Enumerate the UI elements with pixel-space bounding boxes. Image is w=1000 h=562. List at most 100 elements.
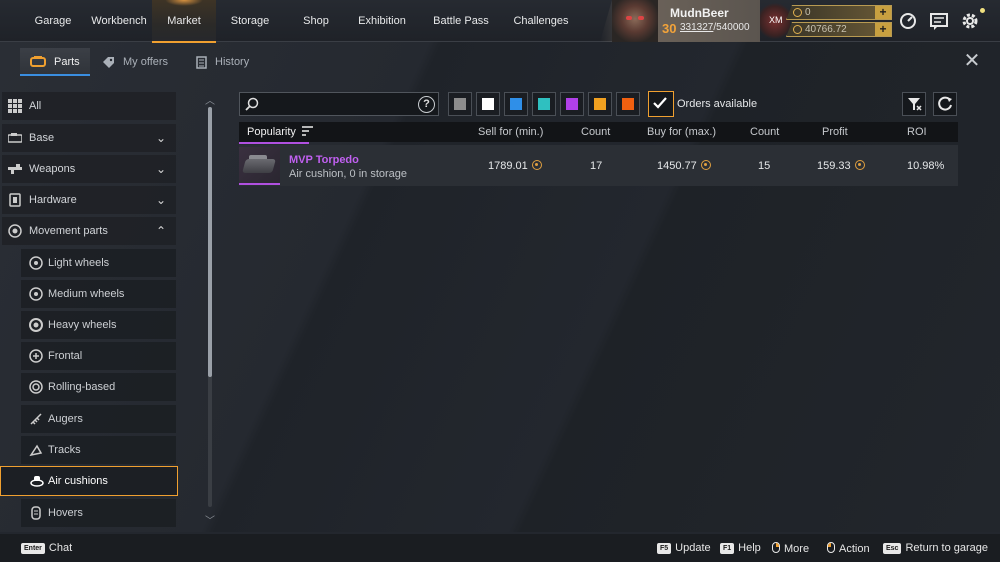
hover-icon bbox=[31, 506, 41, 520]
refresh-button[interactable] bbox=[933, 92, 957, 116]
sidebar-item-frontal[interactable]: Frontal bbox=[21, 342, 176, 370]
orders-available-label: Orders available bbox=[677, 98, 758, 110]
rarity-filter-epic[interactable] bbox=[560, 92, 584, 116]
close-icon[interactable]: ✕ bbox=[963, 51, 981, 71]
filter-clear-icon bbox=[908, 98, 922, 111]
wheel-icon bbox=[29, 256, 43, 270]
nav-tab-challenges[interactable]: Challenges bbox=[508, 0, 574, 42]
chevron-down-icon[interactable]: ⌄ bbox=[156, 124, 166, 152]
currency-premium: 0 + bbox=[786, 5, 892, 20]
gear-icon[interactable] bbox=[960, 11, 980, 31]
update-hint[interactable]: F5 Update bbox=[657, 542, 711, 554]
avatar[interactable] bbox=[612, 0, 658, 42]
chevron-down-icon[interactable]: ⌄ bbox=[156, 186, 166, 214]
news-icon[interactable] bbox=[929, 11, 949, 31]
sidebar-item-light-wheels[interactable]: Light wheels bbox=[21, 249, 176, 277]
sell-min-cell: 1789.01 bbox=[488, 160, 542, 172]
clear-filters-button[interactable] bbox=[902, 92, 926, 116]
subtab-my-offers[interactable]: My offers bbox=[102, 48, 168, 76]
column-header-roi[interactable]: ROI bbox=[907, 122, 927, 142]
sidebar-item-medium-wheels[interactable]: Medium wheels bbox=[21, 280, 176, 308]
sidebar-item-hardware[interactable]: Hardware ⌄ bbox=[2, 186, 176, 214]
experience-progress: 331327/540000 bbox=[680, 22, 750, 33]
subtab-parts[interactable]: Parts bbox=[20, 48, 90, 76]
sidebar-item-rolling-based[interactable]: Rolling-based bbox=[21, 373, 176, 401]
rarity-swatch bbox=[510, 98, 522, 110]
sidebar-item-label: Medium wheels bbox=[48, 288, 125, 300]
column-header-popularity[interactable]: Popularity bbox=[247, 122, 314, 142]
coin-icon bbox=[793, 25, 802, 34]
sidebar-item-weapons[interactable]: Weapons ⌄ bbox=[2, 155, 176, 183]
sidebar-item-heavy-wheels[interactable]: Heavy wheels bbox=[21, 311, 176, 339]
add-premium-currency-button[interactable]: + bbox=[875, 6, 891, 19]
nav-tab-storage[interactable]: Storage bbox=[222, 0, 278, 42]
sidebar-item-label: Base bbox=[29, 132, 55, 144]
rarity-filter-common[interactable] bbox=[448, 92, 472, 116]
column-header-buy-count[interactable]: Count bbox=[750, 122, 779, 142]
rarity-filter-relic[interactable] bbox=[616, 92, 640, 116]
add-coins-button[interactable]: + bbox=[875, 23, 891, 36]
sidebar-item-label: Heavy wheels bbox=[48, 319, 117, 331]
sidebar-item-movement-parts[interactable]: Movement parts ⌃ bbox=[2, 217, 176, 245]
search-help-icon[interactable]: ? bbox=[418, 96, 435, 113]
sidebar-item-tracks[interactable]: Tracks bbox=[21, 436, 176, 464]
rarity-filter-uncommon[interactable] bbox=[476, 92, 500, 116]
nav-tab-shop[interactable]: Shop bbox=[294, 0, 338, 42]
scroll-up-arrow-icon[interactable]: ︿ bbox=[203, 92, 217, 107]
table-row[interactable]: MVP Torpedo Air cushion, 0 in storage 17… bbox=[239, 145, 958, 186]
column-header-buy-max[interactable]: Buy for (max.) bbox=[647, 122, 716, 142]
column-header-profit[interactable]: Profit bbox=[822, 122, 848, 142]
action-hint[interactable]: Action bbox=[827, 542, 870, 555]
history-icon bbox=[196, 55, 207, 69]
rarity-swatch bbox=[454, 98, 466, 110]
more-hint[interactable]: More bbox=[772, 542, 809, 555]
sidebar-scrollbar-thumb[interactable] bbox=[208, 107, 212, 377]
sidebar-item-all[interactable]: All bbox=[2, 92, 176, 120]
chevron-down-icon[interactable]: ⌄ bbox=[156, 155, 166, 183]
scroll-down-arrow-icon[interactable]: ﹀ bbox=[203, 512, 217, 527]
nav-tab-market[interactable]: Market bbox=[152, 0, 216, 43]
sidebar-item-hovers[interactable]: Hovers bbox=[21, 499, 176, 527]
search-box[interactable]: ? bbox=[239, 92, 439, 116]
orders-available-checkbox[interactable] bbox=[648, 91, 674, 117]
return-to-garage-hint[interactable]: Esc Return to garage bbox=[883, 542, 988, 554]
tag-icon bbox=[103, 56, 114, 68]
player-level: 30 bbox=[662, 21, 677, 36]
rarity-filter-legendary[interactable] bbox=[588, 92, 612, 116]
sidebar-item-air-cushions[interactable]: Air cushions bbox=[0, 466, 178, 496]
buy-count-cell: 15 bbox=[758, 160, 771, 172]
mouse-right-icon bbox=[772, 542, 780, 553]
nav-tab-workbench[interactable]: Workbench bbox=[84, 0, 154, 42]
subtab-history[interactable]: History bbox=[196, 48, 249, 76]
mouse-left-icon bbox=[827, 542, 835, 553]
roi-cell: 10.98% bbox=[907, 160, 945, 172]
profit-value: 159.33 bbox=[817, 160, 851, 172]
nav-tab-garage[interactable]: Garage bbox=[24, 0, 82, 42]
item-name: MVP Torpedo bbox=[289, 154, 359, 166]
sidebar-item-label: Tracks bbox=[48, 444, 81, 456]
sort-icon bbox=[301, 126, 313, 136]
help-hint[interactable]: F1 Help bbox=[720, 542, 761, 554]
sort-indicator-underline bbox=[239, 142, 309, 144]
column-header-sell-count[interactable]: Count bbox=[581, 122, 610, 142]
rarity-filter-special[interactable] bbox=[532, 92, 556, 116]
sidebar-item-label: All bbox=[29, 100, 42, 112]
chat-hint[interactable]: Enter Chat bbox=[21, 542, 72, 554]
item-thumbnail bbox=[239, 147, 280, 185]
nav-tab-battle-pass[interactable]: Battle Pass bbox=[428, 0, 494, 42]
speedometer-icon[interactable] bbox=[898, 11, 918, 31]
clan-badge-icon[interactable]: XM bbox=[760, 2, 790, 40]
column-header-sell-min[interactable]: Sell for (min.) bbox=[478, 122, 543, 142]
sidebar-item-base[interactable]: Base ⌄ bbox=[2, 124, 176, 152]
coin-icon bbox=[793, 8, 802, 17]
sidebar-item-label: Frontal bbox=[48, 350, 83, 362]
auger-icon bbox=[30, 413, 42, 425]
rarity-filter-rare[interactable] bbox=[504, 92, 528, 116]
coin-icon bbox=[700, 160, 711, 170]
search-input[interactable] bbox=[262, 95, 412, 113]
top-navigation-bar: Garage Workbench Market Storage Shop Exh… bbox=[0, 0, 1000, 43]
nav-tab-exhibition[interactable]: Exhibition bbox=[350, 0, 414, 42]
chevron-up-icon[interactable]: ⌃ bbox=[156, 217, 166, 245]
sidebar-item-label: Rolling-based bbox=[48, 381, 116, 393]
sidebar-item-augers[interactable]: Augers bbox=[21, 405, 176, 433]
